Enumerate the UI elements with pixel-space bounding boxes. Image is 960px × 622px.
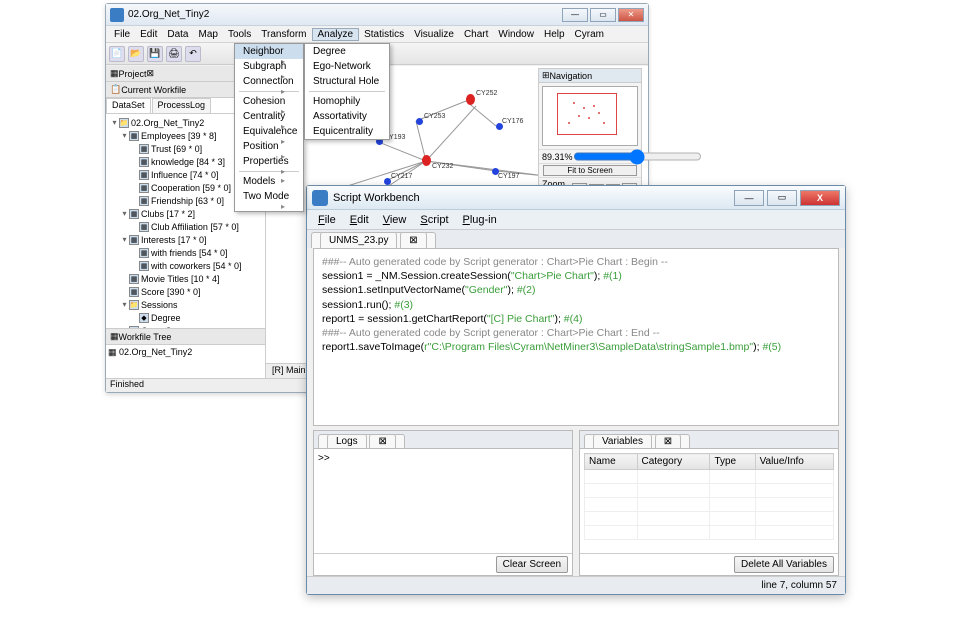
analyze-equivalence[interactable]: Equivalence xyxy=(235,124,303,139)
fit-row: Fit to Screen xyxy=(539,163,641,177)
script-menu-file[interactable]: File xyxy=(311,212,343,228)
script-close-button[interactable]: X xyxy=(800,190,840,206)
tree-item[interactable]: ◆Degree xyxy=(108,311,263,324)
script-app-icon xyxy=(312,190,328,206)
variables-body[interactable]: Name Category Type Value/Info xyxy=(580,449,838,553)
zoom-slider[interactable] xyxy=(573,151,702,162)
neighbor-degree[interactable]: Degree xyxy=(305,44,389,59)
menu-visualize[interactable]: Visualize xyxy=(409,29,459,40)
menu-edit[interactable]: Edit xyxy=(135,29,162,40)
logs-panel: Logs ⊠ >> Clear Screen xyxy=(313,430,573,576)
tree-item[interactable]: ▦with friends [54 * 0] xyxy=(108,246,263,259)
save-icon[interactable]: 💾 xyxy=(147,46,163,62)
variables-panel: Variables ⊠ Name Category Type Value/Inf… xyxy=(579,430,839,576)
analyze-position[interactable]: Position xyxy=(235,139,303,154)
menu-help[interactable]: Help xyxy=(539,29,570,40)
tree-item[interactable]: ▦Movie Titles [10 * 4] xyxy=(108,272,263,285)
navigation-panel: ⊞ Navigation 89.31% Fit to Screen Zoom N… xyxy=(538,68,642,201)
script-menu-script[interactable]: Script xyxy=(413,212,455,228)
menu-statistics[interactable]: Statistics xyxy=(359,29,409,40)
analyze-cohesion[interactable]: Cohesion xyxy=(235,94,303,109)
minimap[interactable] xyxy=(542,86,638,146)
minimap-viewport[interactable] xyxy=(557,93,617,135)
tree-item[interactable]: ▦with coworkers [54 * 0] xyxy=(108,259,263,272)
workfile-tree-panel: ▦ Workfile Tree ▦ 02.Org_Net_Tiny2 xyxy=(106,328,265,378)
script-statusbar: line 7, column 57 xyxy=(307,576,845,594)
menu-map[interactable]: Map xyxy=(193,29,222,40)
neighbor-structural-hole[interactable]: Structural Hole xyxy=(305,74,389,89)
main-menubar[interactable]: FileEditDataMapToolsTransformAnalyzeStat… xyxy=(106,26,648,43)
menu-tools[interactable]: Tools xyxy=(223,29,256,40)
variables-table: Name Category Type Value/Info xyxy=(584,453,834,540)
menu-file[interactable]: File xyxy=(109,29,135,40)
analyze-subgraph[interactable]: Subgraph xyxy=(235,59,303,74)
navigation-header[interactable]: ⊞ Navigation xyxy=(539,69,641,83)
tab-dataset[interactable]: DataSet xyxy=(106,98,151,113)
zoom-row: 89.31% xyxy=(539,149,641,163)
menu-data[interactable]: Data xyxy=(162,29,193,40)
logs-body[interactable]: >> xyxy=(314,449,572,553)
script-menu-plug-in[interactable]: Plug-in xyxy=(456,212,504,228)
tree-item[interactable]: ▦Club Affiliation [57 * 0] xyxy=(108,220,263,233)
code-editor[interactable]: ###-- Auto generated code by Script gene… xyxy=(313,248,839,426)
script-minimize-button[interactable]: — xyxy=(734,190,764,206)
window-title: 02.Org_Net_Tiny2 xyxy=(128,9,209,20)
neighbor-assortativity[interactable]: Assortativity xyxy=(305,109,389,124)
delete-variables-button[interactable]: Delete All Variables xyxy=(734,556,834,573)
script-menubar[interactable]: FileEditViewScriptPlug-in xyxy=(307,210,845,230)
analyze-properties[interactable]: Properties xyxy=(235,154,303,169)
tree-item[interactable]: ▦Score [390 * 0] xyxy=(108,285,263,298)
main-titlebar[interactable]: 02.Org_Net_Tiny2 — ▭ ✕ xyxy=(106,4,648,26)
workfile-tree-body[interactable]: ▦ 02.Org_Net_Tiny2 xyxy=(106,345,265,378)
menu-chart[interactable]: Chart xyxy=(459,29,493,40)
script-maximize-button[interactable]: ▭ xyxy=(767,190,797,206)
analyze-menu[interactable]: NeighborSubgraphConnection CohesionCentra… xyxy=(234,43,304,212)
undo-icon[interactable]: ↶ xyxy=(185,46,201,62)
tree-item[interactable]: ▾▦Interests [17 * 0] xyxy=(108,233,263,246)
clear-screen-button[interactable]: Clear Screen xyxy=(496,556,568,573)
app-icon xyxy=(110,8,124,22)
menu-transform[interactable]: Transform xyxy=(256,29,311,40)
script-tabs[interactable]: UNMS_23.py ⊠ xyxy=(307,230,845,248)
neighbor-homophily[interactable]: Homophily xyxy=(305,94,389,109)
logs-tab[interactable]: Logs ⊠ xyxy=(318,434,405,448)
maximize-button[interactable]: ▭ xyxy=(590,8,616,22)
analyze-two mode[interactable]: Two Mode xyxy=(235,189,303,204)
new-icon[interactable]: 📄 xyxy=(109,46,125,62)
neighbor-ego-network[interactable]: Ego-Network xyxy=(305,59,389,74)
minimize-button[interactable]: — xyxy=(562,8,588,22)
tree-item[interactable]: ▾📁Sessions xyxy=(108,298,263,311)
script-lower-panels: Logs ⊠ >> Clear Screen Variables ⊠ Name … xyxy=(307,426,845,576)
menu-cyram[interactable]: Cyram xyxy=(570,29,609,40)
analyze-neighbor[interactable]: Neighbor xyxy=(235,44,303,59)
script-menu-edit[interactable]: Edit xyxy=(343,212,376,228)
script-window: Script Workbench — ▭ X FileEditViewScrip… xyxy=(306,185,846,595)
workfile-tree-header[interactable]: ▦ Workfile Tree xyxy=(106,329,265,345)
fit-screen-button[interactable]: Fit to Screen xyxy=(543,165,637,176)
script-menu-view[interactable]: View xyxy=(376,212,414,228)
menu-window[interactable]: Window xyxy=(493,29,539,40)
script-tab[interactable]: UNMS_23.py ⊠ xyxy=(311,232,436,248)
print-icon[interactable]: 🖨 xyxy=(166,46,182,62)
script-title: Script Workbench xyxy=(333,192,420,204)
menu-analyze[interactable]: Analyze xyxy=(312,28,360,41)
analyze-connection[interactable]: Connection xyxy=(235,74,303,89)
script-titlebar[interactable]: Script Workbench — ▭ X xyxy=(307,186,845,210)
tab-processlog[interactable]: ProcessLog xyxy=(152,98,212,113)
analyze-models[interactable]: Models xyxy=(235,174,303,189)
variables-tab[interactable]: Variables ⊠ xyxy=(584,434,690,448)
open-icon[interactable]: 📂 xyxy=(128,46,144,62)
analyze-centrality[interactable]: Centrality xyxy=(235,109,303,124)
close-button[interactable]: ✕ xyxy=(618,8,644,22)
neighbor-equicentrality[interactable]: Equicentrality xyxy=(305,124,389,139)
neighbor-submenu[interactable]: DegreeEgo-NetworkStructural Hole Homophil… xyxy=(304,43,390,140)
